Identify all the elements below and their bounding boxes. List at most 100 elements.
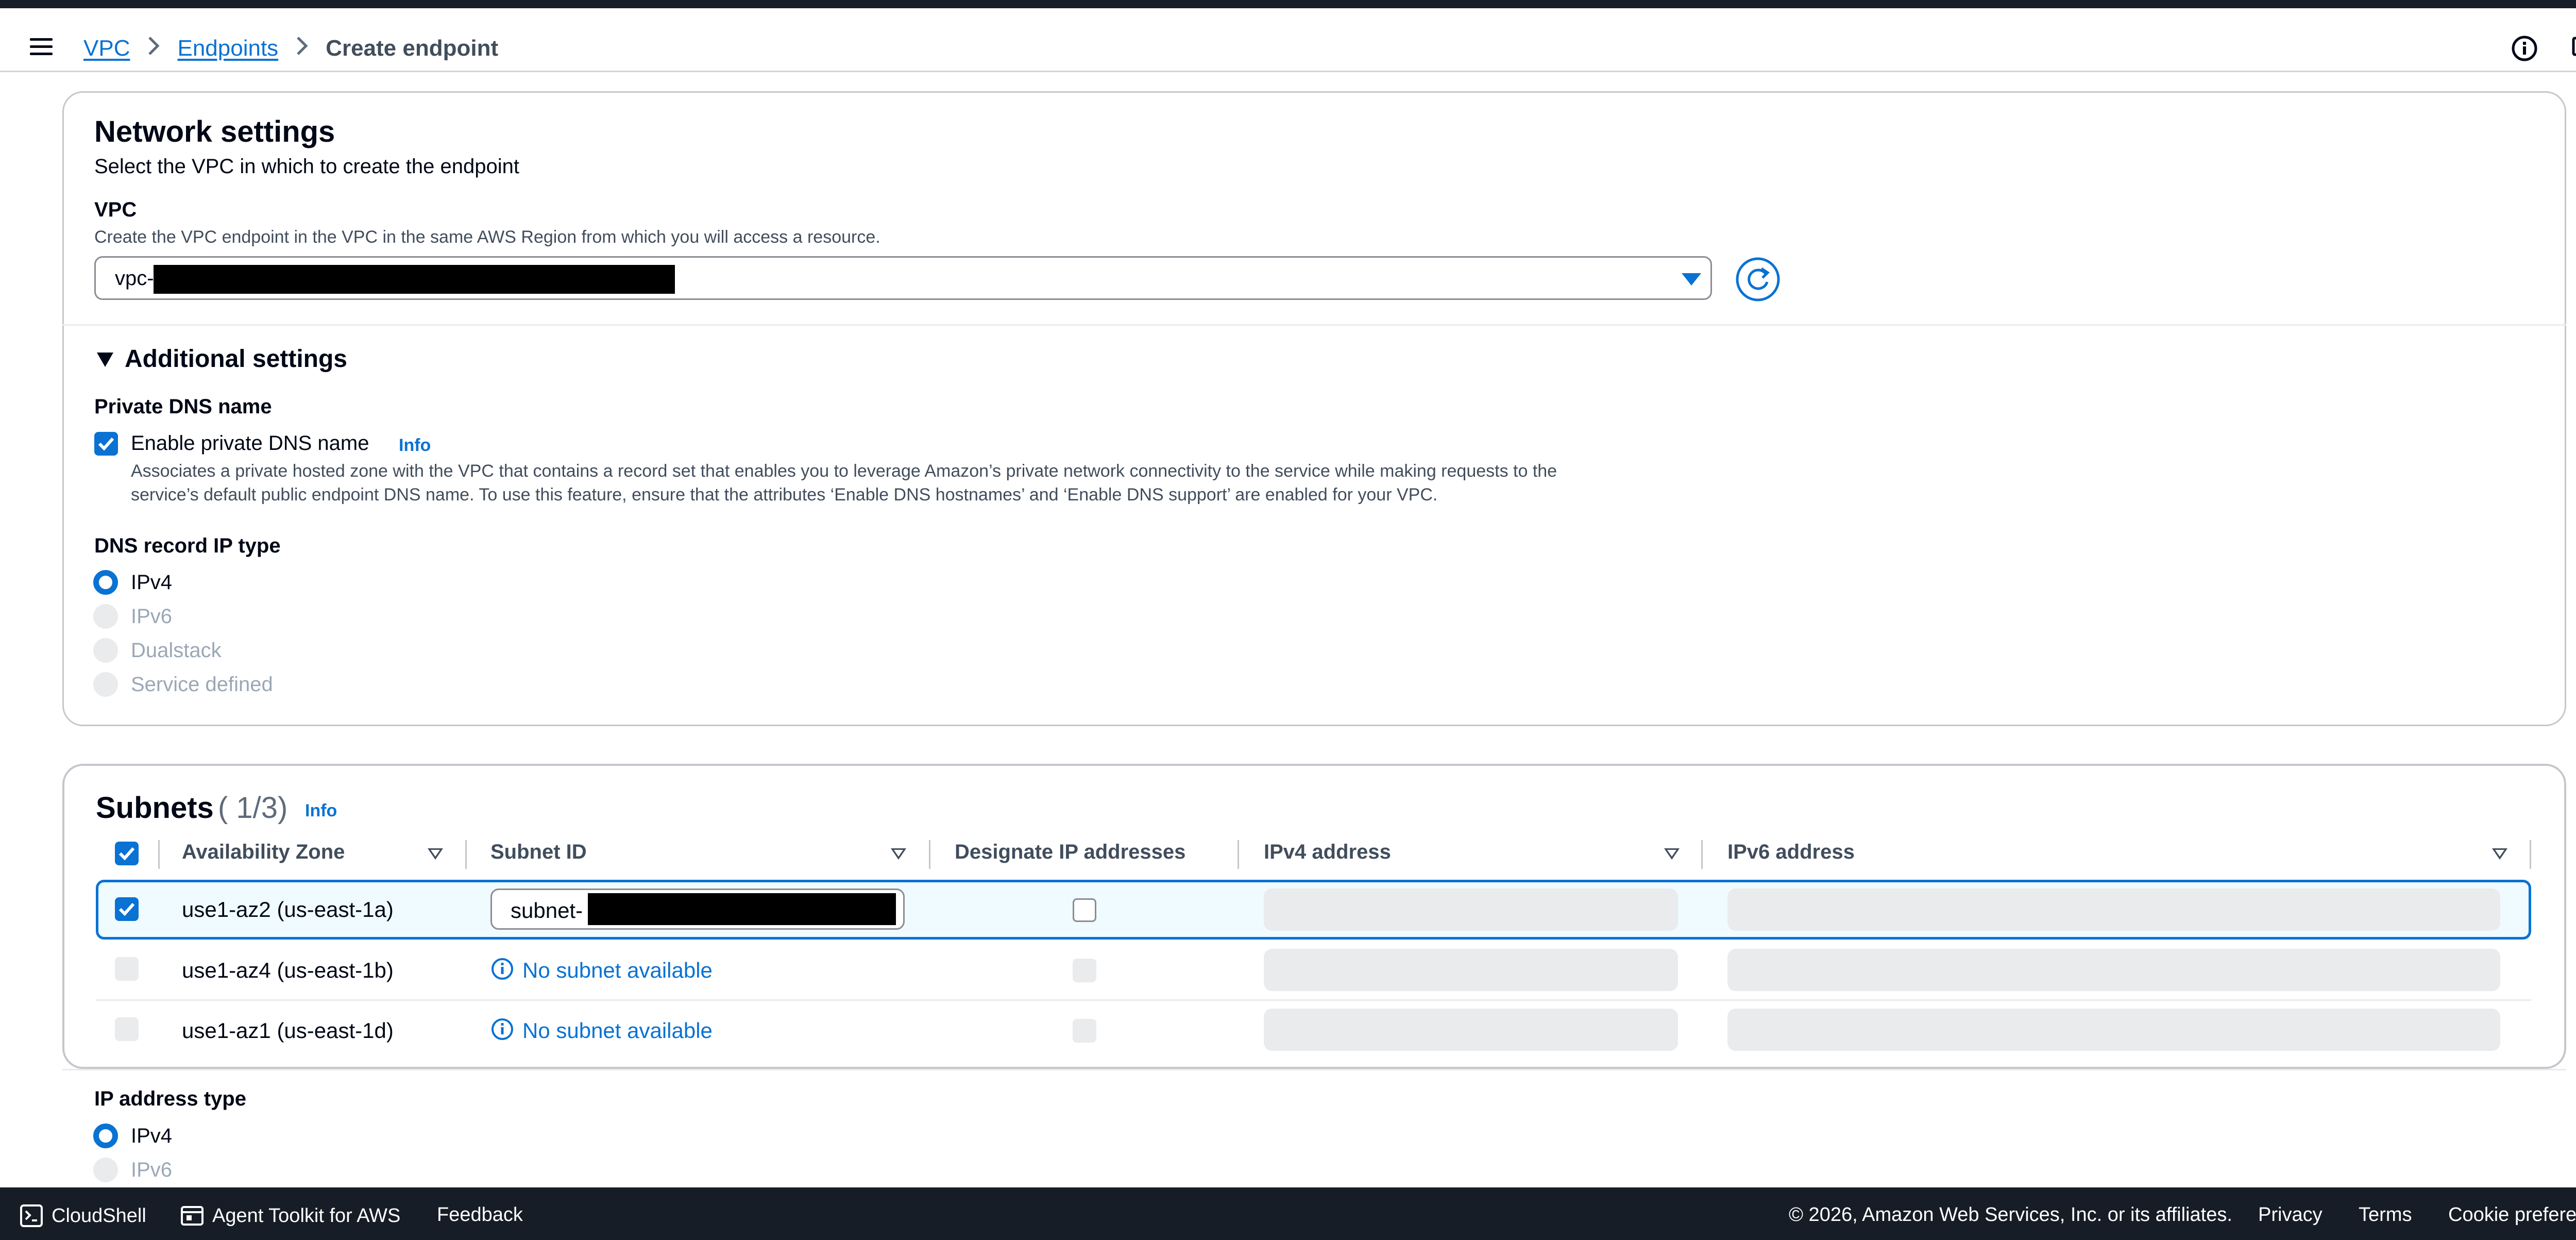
ip-ipv4-radio[interactable] — [93, 1124, 118, 1148]
network-settings-card — [62, 91, 2566, 726]
sort-caret-icon[interactable] — [891, 848, 906, 860]
no-subnet-available-link[interactable]: No subnet available — [522, 958, 713, 983]
dns-record-ip-type-label: DNS record IP type — [94, 534, 281, 557]
ipv4-address-field — [1264, 1009, 1678, 1051]
ipv4-address-field — [1264, 949, 1678, 991]
column-divider — [158, 840, 160, 869]
privacy-link[interactable]: Privacy — [2258, 1204, 2323, 1226]
subnet-select-value: subnet- — [511, 898, 583, 923]
ipv6-address-field — [1727, 949, 2500, 991]
cloudshell-label: CloudShell — [52, 1204, 146, 1227]
copyright-label: © 2026, Amazon Web Services, Inc. or its… — [1789, 1204, 2232, 1226]
vpc-hint: Create the VPC endpoint in the VPC in th… — [94, 227, 880, 247]
row-availability-zone: use1-az1 (us-east-1d) — [182, 1018, 394, 1043]
dns-service-defined-label: Service defined — [131, 673, 273, 696]
help-panel-icon[interactable] — [2571, 34, 2576, 63]
console-footer: CloudShell Agent Toolkit for AWS Feedbac… — [0, 1187, 2576, 1240]
column-divider — [2530, 840, 2531, 869]
ip-ipv6-radio — [93, 1158, 118, 1182]
private-dns-info-link[interactable]: Info — [399, 435, 431, 456]
dns-ipv4-radio[interactable] — [93, 570, 118, 595]
ip-address-type-label: IP address type — [94, 1087, 246, 1110]
feedback-link[interactable]: Feedback — [437, 1204, 523, 1226]
breadcrumb-current: Create endpoint — [326, 36, 499, 61]
row-availability-zone: use1-az4 (us-east-1b) — [182, 958, 394, 982]
dns-ipv4-label: IPv4 — [131, 571, 173, 594]
dns-dualstack-label: Dualstack — [131, 639, 222, 662]
column-divider — [929, 840, 930, 869]
row-availability-zone: use1-az2 (us-east-1a) — [182, 897, 394, 921]
top-strip — [0, 0, 2576, 8]
sort-caret-icon[interactable] — [428, 848, 443, 860]
enable-private-dns-checkbox[interactable] — [94, 432, 118, 456]
terms-link[interactable]: Terms — [2359, 1204, 2412, 1226]
breadcrumb-vpc[interactable]: VPC — [83, 36, 130, 61]
row-checkbox[interactable] — [115, 897, 139, 921]
section-divider — [62, 324, 2566, 326]
column-designate-ip: Designate IP addresses — [955, 841, 1186, 863]
dns-ipv6-radio — [93, 604, 118, 629]
subnets-title: Subnets — [96, 791, 214, 825]
vpc-label: VPC — [94, 198, 137, 221]
column-divider — [1238, 840, 1239, 869]
row-checkbox — [115, 957, 139, 981]
additional-settings-toggle[interactable]: Additional settings — [125, 345, 347, 373]
row-checkbox — [115, 1017, 139, 1041]
breadcrumb: VPC Endpoints Create endpoint — [83, 36, 498, 61]
designate-ip-checkbox[interactable] — [1073, 898, 1096, 922]
column-availability-zone[interactable]: Availability Zone — [182, 841, 345, 864]
vpc-select-value: vpc- — [115, 267, 154, 290]
caret-down-icon[interactable] — [96, 351, 114, 368]
section-divider — [62, 1069, 2566, 1070]
page-header: VPC Endpoints Create endpoint — [0, 8, 2576, 72]
subnets-count: ( 1/3) — [218, 791, 288, 825]
subnet-select[interactable]: subnet- — [490, 889, 905, 930]
column-ipv6-address[interactable]: IPv6 address — [1727, 841, 1855, 864]
ip-ipv4-label: IPv4 — [131, 1125, 173, 1147]
refresh-icon[interactable] — [1735, 256, 1781, 303]
info-circle-icon — [490, 1017, 514, 1041]
redacted-block — [154, 265, 675, 294]
private-dns-label: Private DNS name — [94, 395, 272, 418]
menu-icon[interactable] — [30, 38, 53, 56]
sort-caret-icon[interactable] — [1664, 848, 1680, 860]
private-dns-hint-line2: service’s default public endpoint DNS na… — [131, 485, 1438, 505]
redacted-block — [588, 893, 896, 925]
dns-service-defined-radio — [93, 672, 118, 697]
chevron-right-icon — [147, 36, 160, 62]
cookie-preferences-link[interactable]: Cookie preferences — [2448, 1204, 2576, 1226]
column-subnet-id[interactable]: Subnet ID — [490, 841, 587, 864]
info-circle-icon — [490, 957, 514, 981]
caret-down-icon — [1682, 273, 1701, 286]
agent-toolkit-label: Agent Toolkit for AWS — [212, 1204, 401, 1227]
toolkit-icon — [181, 1206, 204, 1226]
agent-toolkit-button[interactable]: Agent Toolkit for AWS — [180, 1204, 400, 1228]
feedback-label: Feedback — [437, 1204, 523, 1226]
no-subnet-available-link[interactable]: No subnet available — [522, 1018, 713, 1043]
ipv4-address-field — [1264, 889, 1678, 931]
terms-label: Terms — [2359, 1204, 2412, 1226]
column-ipv4-address[interactable]: IPv4 address — [1264, 841, 1391, 864]
ip-ipv6-label: IPv6 — [131, 1159, 173, 1181]
row-divider — [96, 999, 2531, 1001]
column-divider — [465, 840, 467, 869]
sort-caret-icon[interactable] — [2492, 848, 2507, 860]
terminal-icon — [20, 1204, 43, 1227]
select-all-checkbox[interactable] — [115, 842, 139, 865]
cookie-preferences-label: Cookie preferences — [2448, 1204, 2576, 1226]
enable-private-dns-label: Enable private DNS name — [131, 432, 369, 455]
network-settings-description: Select the VPC in which to create the en… — [94, 155, 519, 178]
copyright-text: © 2026, Amazon Web Services, Inc. or its… — [1789, 1204, 2232, 1226]
cloudshell-button[interactable]: CloudShell — [20, 1204, 146, 1228]
subnets-info-link[interactable]: Info — [305, 801, 337, 821]
network-settings-title: Network settings — [94, 115, 335, 148]
privacy-label: Privacy — [2258, 1204, 2323, 1226]
breadcrumb-endpoints[interactable]: Endpoints — [177, 36, 278, 61]
info-circle-icon[interactable] — [2510, 34, 2539, 63]
ipv6-address-field — [1727, 1009, 2500, 1051]
ipv6-address-field — [1727, 889, 2500, 931]
designate-ip-checkbox — [1073, 1019, 1096, 1043]
dns-ipv6-label: IPv6 — [131, 605, 173, 628]
vpc-select[interactable]: vpc- — [94, 256, 1712, 300]
private-dns-hint-line1: Associates a private hosted zone with th… — [131, 461, 1557, 481]
